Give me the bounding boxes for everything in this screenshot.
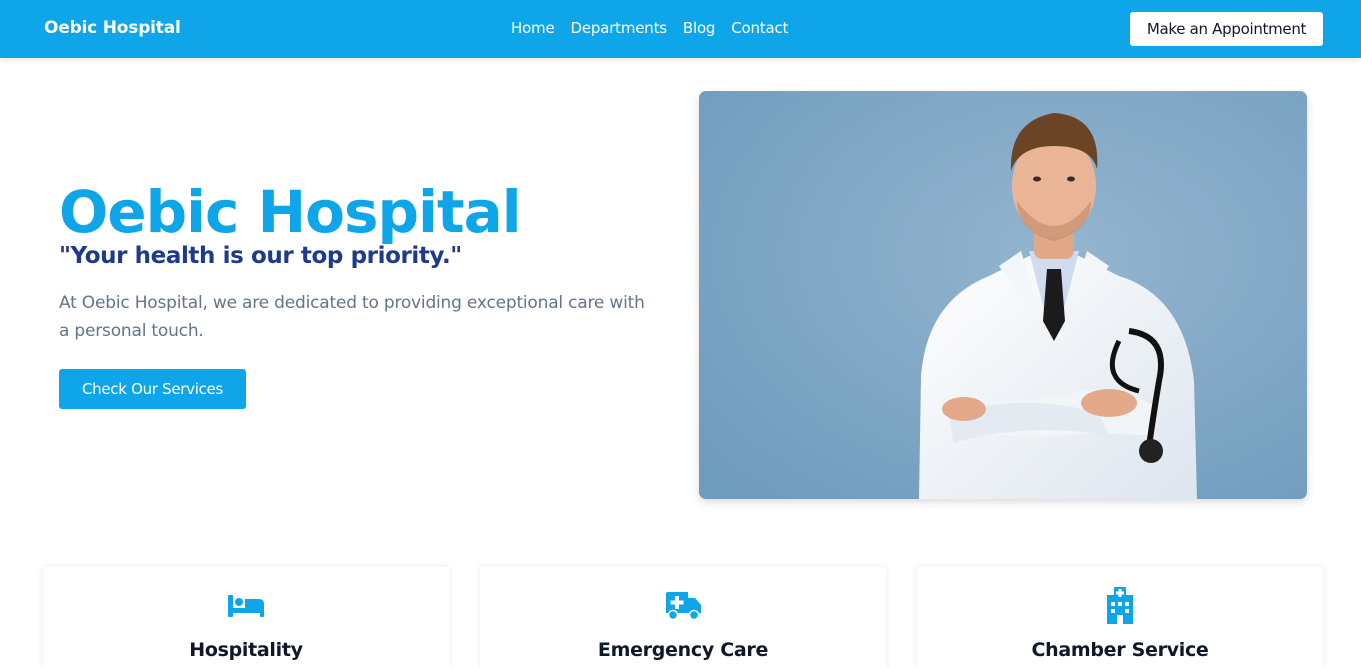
hero-description: At Oebic Hospital, we are dedicated to p… [59,293,645,341]
service-card-emergency[interactable]: Emergency Care [480,567,886,667]
service-card-hospitality[interactable]: Hospitality [43,567,449,667]
top-navbar: Oebic Hospital Home Departments Blog Con… [0,0,1361,58]
ambulance-icon [663,588,703,624]
service-title: Chamber Service [1031,639,1209,661]
hospital-building-icon [1100,587,1140,624]
hero-title: Oebic Hospital [59,178,522,246]
nav-blog[interactable]: Blog [683,19,716,37]
check-services-button[interactable]: Check Our Services [59,369,246,409]
nav-departments[interactable]: Departments [571,19,668,37]
hero-tagline: "Your health is our top priority." [59,243,462,269]
main-nav: Home Departments Blog Contact [511,19,788,37]
service-title: Emergency Care [597,639,769,661]
doctor-illustration [699,91,1307,499]
service-card-chamber[interactable]: Chamber Service [917,567,1323,667]
nav-home[interactable]: Home [511,19,555,37]
service-title: Hospitality [189,639,303,661]
brand-logo[interactable]: Oebic Hospital [44,18,181,38]
nav-contact[interactable]: Contact [731,19,788,37]
bed-icon [226,588,266,624]
doctor-photo [699,91,1307,499]
make-appointment-button[interactable]: Make an Appointment [1130,12,1323,46]
